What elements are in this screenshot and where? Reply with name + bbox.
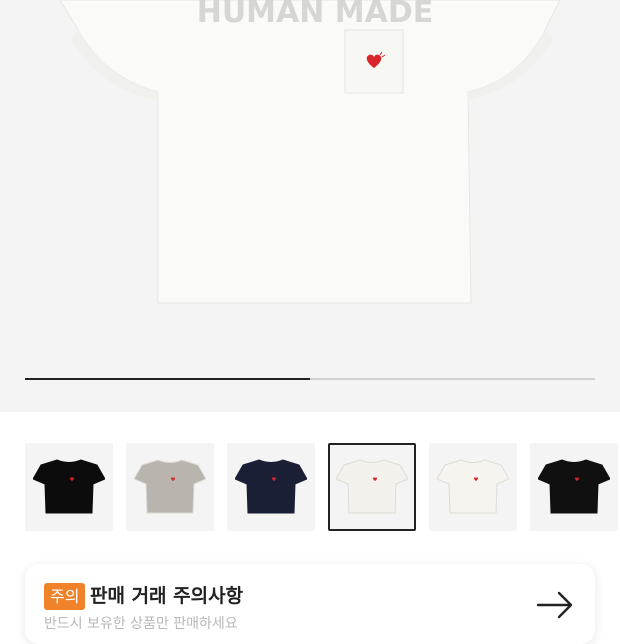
product-image: HUMAN MADE — [59, 0, 561, 304]
sale-notice-card[interactable]: 주의 판매 거래 주의사항 반드시 보유한 상품만 판매하세요 — [25, 564, 595, 644]
color-thumbnail[interactable] — [530, 443, 618, 531]
tshirt-icon — [134, 459, 206, 514]
color-thumbnail[interactable] — [126, 443, 214, 531]
tshirt-icon — [33, 459, 105, 514]
color-thumbnail[interactable] — [328, 443, 416, 531]
notice-subtitle: 반드시 보유한 상품만 판매하세요 — [44, 616, 238, 632]
color-thumbnail[interactable] — [429, 443, 517, 531]
color-thumbnail[interactable] — [25, 443, 113, 531]
product-image-carousel[interactable]: HUMAN MADE — [0, 0, 620, 412]
carousel-progress-fill — [25, 378, 310, 380]
arrow-right-icon[interactable] — [535, 590, 575, 620]
tshirt-icon — [336, 459, 408, 514]
color-thumbnail-list — [0, 443, 620, 533]
tshirt-icon — [235, 459, 307, 514]
carousel-progress — [25, 378, 595, 380]
shirt-print-text: HUMAN MADE — [197, 0, 434, 30]
color-thumbnail[interactable] — [227, 443, 315, 531]
tshirt-icon — [538, 459, 610, 514]
tshirt-icon — [437, 459, 509, 514]
warning-badge: 주의 — [44, 583, 86, 610]
notice-title: 판매 거래 주의사항 — [90, 585, 244, 607]
